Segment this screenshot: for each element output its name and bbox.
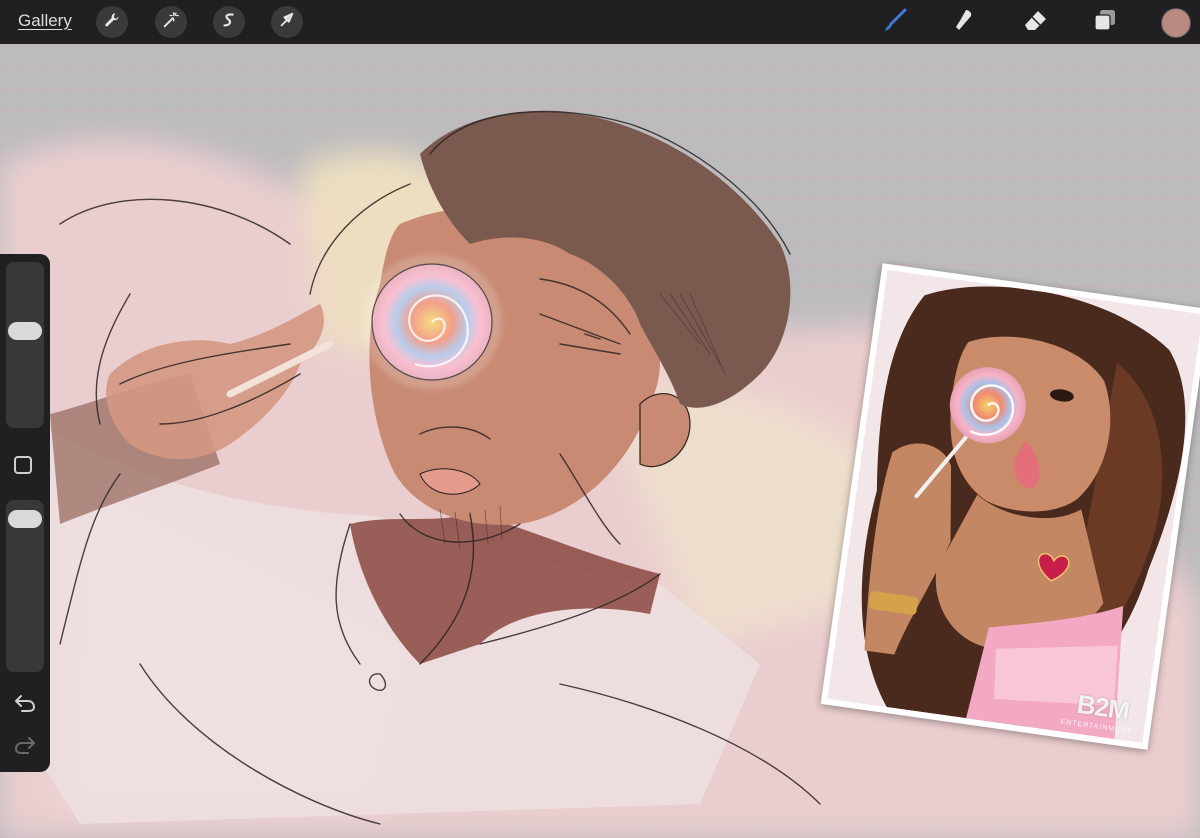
redo-arrow-icon bbox=[14, 735, 36, 760]
layers-button[interactable] bbox=[1090, 7, 1120, 37]
top-toolbar: Gallery bbox=[0, 0, 1200, 44]
color-picker-button[interactable] bbox=[1161, 8, 1191, 38]
undo-arrow-icon bbox=[14, 693, 36, 718]
adjustments-button[interactable] bbox=[155, 6, 187, 38]
modify-button[interactable] bbox=[14, 456, 32, 474]
selection-button[interactable] bbox=[213, 6, 245, 38]
erase-button[interactable] bbox=[1021, 7, 1051, 37]
transform-button[interactable] bbox=[271, 6, 303, 38]
brush-size-slider[interactable] bbox=[6, 262, 44, 428]
reference-photo: B2M ENTERTAINMENT bbox=[827, 269, 1200, 744]
redo-button[interactable] bbox=[13, 736, 37, 758]
actions-button[interactable] bbox=[96, 6, 128, 38]
procreate-app: Gallery B2M ENTERTAINMENT bbox=[0, 0, 1200, 838]
gallery-button[interactable]: Gallery bbox=[18, 11, 72, 31]
brush-icon bbox=[882, 7, 908, 38]
eraser-icon bbox=[1023, 7, 1049, 38]
layers-icon bbox=[1092, 7, 1118, 38]
opacity-thumb[interactable] bbox=[8, 509, 42, 528]
undo-button[interactable] bbox=[13, 694, 37, 716]
arrow-cursor-icon bbox=[278, 11, 296, 34]
selection-s-icon bbox=[220, 11, 238, 34]
paint-button[interactable] bbox=[880, 7, 910, 37]
drawing-canvas[interactable]: B2M ENTERTAINMENT bbox=[0, 44, 1200, 838]
smudge-icon bbox=[952, 7, 978, 38]
magic-wand-icon bbox=[162, 11, 180, 34]
left-sidebar bbox=[0, 254, 50, 772]
wrench-icon bbox=[103, 11, 121, 34]
opacity-slider[interactable] bbox=[6, 500, 44, 672]
reference-photo-art bbox=[827, 269, 1200, 744]
brush-size-thumb[interactable] bbox=[8, 321, 42, 340]
smudge-button[interactable] bbox=[950, 7, 980, 37]
reference-image[interactable]: B2M ENTERTAINMENT bbox=[820, 263, 1200, 750]
